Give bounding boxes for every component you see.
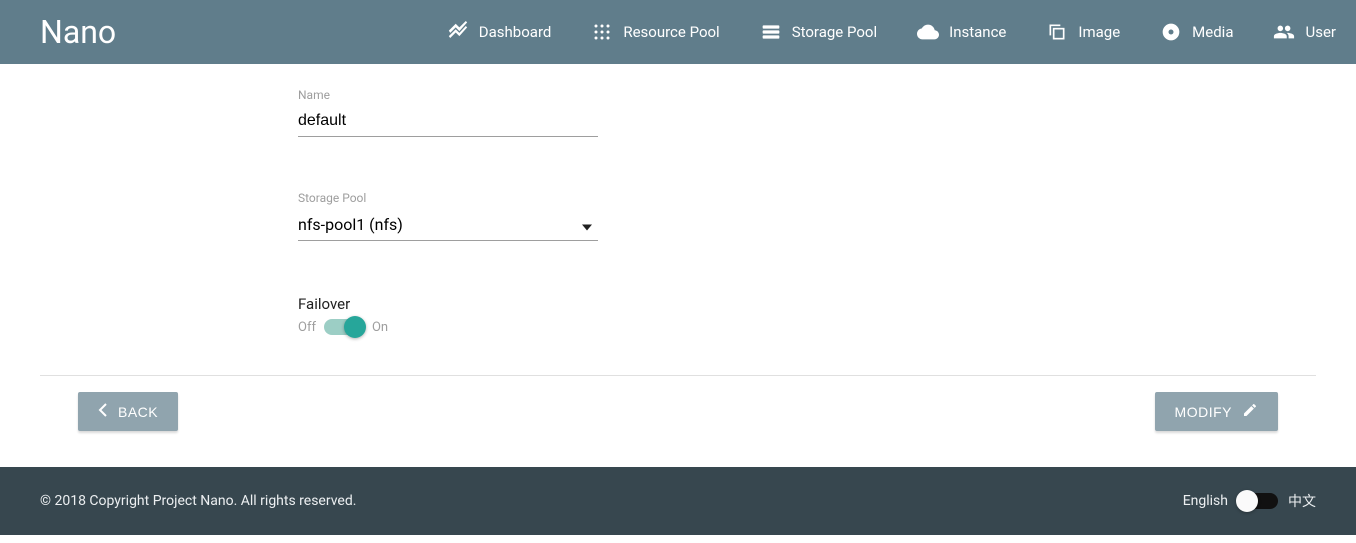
storage-pool-label: Storage Pool xyxy=(298,191,598,205)
name-label: Name xyxy=(298,88,598,102)
toggle-knob xyxy=(1236,490,1258,512)
nav-dashboard[interactable]: Dashboard xyxy=(447,21,552,43)
toggle-knob xyxy=(344,316,366,338)
nav-label: Instance xyxy=(949,23,1006,41)
chevron-left-icon xyxy=(98,403,108,420)
footer: © 2018 Copyright Project Nano. All right… xyxy=(0,467,1356,535)
failover-label: Failover xyxy=(298,295,898,313)
storage-pool-field: Storage Pool nfs-pool1 (nfs) xyxy=(298,191,598,241)
lang-english-label: English xyxy=(1183,493,1228,509)
lang-chinese-label: 中文 xyxy=(1288,491,1316,511)
back-label: BACK xyxy=(118,404,158,420)
storage-icon xyxy=(760,21,782,43)
nav-media[interactable]: Media xyxy=(1160,21,1233,43)
pencil-icon xyxy=(1242,402,1258,421)
nav-resource-pool[interactable]: Resource Pool xyxy=(591,21,719,43)
disc-icon xyxy=(1160,21,1182,43)
nav-label: Dashboard xyxy=(479,23,552,41)
nav-label: Media xyxy=(1192,23,1233,41)
nav-label: User xyxy=(1305,23,1336,41)
name-field: Name xyxy=(298,88,598,137)
modify-label: MODIFY xyxy=(1175,404,1232,420)
nav-storage-pool[interactable]: Storage Pool xyxy=(760,21,877,43)
back-button[interactable]: BACK xyxy=(78,392,178,431)
main-content: Name Storage Pool nfs-pool1 (nfs) Failov… xyxy=(38,64,1318,335)
failover-on-label: On xyxy=(372,320,388,335)
cloud-icon xyxy=(917,21,939,43)
modify-button[interactable]: MODIFY xyxy=(1155,392,1278,431)
nav-label: Storage Pool xyxy=(792,23,877,41)
trending-icon xyxy=(447,21,469,43)
nav-instance[interactable]: Instance xyxy=(917,21,1006,43)
brand-logo[interactable]: Nano xyxy=(40,13,116,51)
nav-image[interactable]: Image xyxy=(1046,21,1120,43)
grid-icon xyxy=(591,21,613,43)
nav-label: Image xyxy=(1078,23,1120,41)
language-switch: English 中文 xyxy=(1183,491,1316,511)
copy-icon xyxy=(1046,21,1068,43)
users-icon xyxy=(1273,21,1295,43)
storage-pool-select[interactable]: nfs-pool1 (nfs) xyxy=(298,209,598,241)
failover-field: Failover Off On xyxy=(298,295,898,335)
name-input[interactable] xyxy=(298,106,598,137)
app-header: Nano Dashboard Resource Pool Storage Poo… xyxy=(0,0,1356,64)
copyright-text: © 2018 Copyright Project Nano. All right… xyxy=(40,493,356,509)
action-bar: BACK MODIFY xyxy=(38,376,1318,447)
main-nav: Dashboard Resource Pool Storage Pool Ins… xyxy=(447,21,1336,43)
nav-user[interactable]: User xyxy=(1273,21,1336,43)
nav-label: Resource Pool xyxy=(623,23,719,41)
failover-off-label: Off xyxy=(298,320,316,335)
failover-toggle[interactable] xyxy=(324,319,364,335)
language-toggle[interactable] xyxy=(1238,493,1278,509)
